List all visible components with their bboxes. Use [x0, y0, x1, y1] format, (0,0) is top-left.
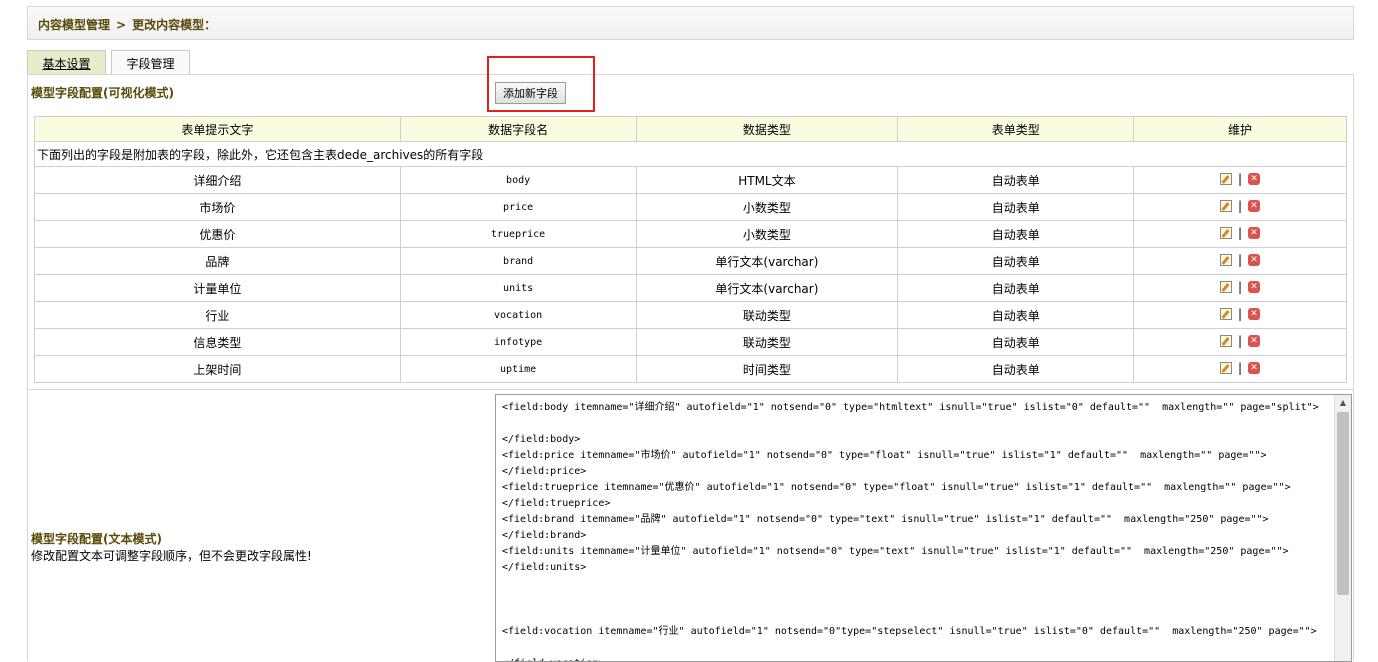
- table-note: 下面列出的字段是附加表的字段，除此外，它还包含主表dede_archives的所…: [34, 141, 1347, 167]
- config-textarea[interactable]: <field:body itemname="详细介绍" autofield="1…: [495, 394, 1352, 662]
- tab-basic-settings[interactable]: 基本设置: [27, 50, 106, 74]
- row-field-name: units: [399, 274, 637, 302]
- table-row: 详细介绍 body HTML文本 自动表单 | ✕: [34, 166, 1347, 194]
- edit-icon[interactable]: [1220, 362, 1233, 374]
- row-form-type: 自动表单: [897, 220, 1135, 248]
- row-field-name: uptime: [399, 355, 637, 383]
- delete-icon[interactable]: ✕: [1248, 227, 1261, 239]
- row-actions: | ✕: [1133, 355, 1347, 383]
- table-row: 上架时间 uptime 时间类型 自动表单 | ✕: [34, 355, 1347, 383]
- header-maintenance: 维护: [1133, 116, 1347, 142]
- header-form-type: 表单类型: [897, 116, 1135, 142]
- delete-icon[interactable]: ✕: [1248, 254, 1261, 266]
- table-row: 市场价 price 小数类型 自动表单 | ✕: [34, 193, 1347, 221]
- highlight-box: [487, 56, 595, 112]
- visual-mode-title: 模型字段配置(可视化模式): [31, 86, 174, 100]
- breadcrumb: 内容模型管理 > 更改内容模型：: [27, 6, 1354, 40]
- action-separator: |: [1238, 307, 1243, 321]
- action-separator: |: [1238, 253, 1243, 267]
- edit-icon[interactable]: [1220, 227, 1233, 239]
- row-data-type: HTML文本: [635, 166, 899, 194]
- edit-icon[interactable]: [1220, 173, 1233, 185]
- delete-icon[interactable]: ✕: [1248, 281, 1261, 293]
- action-separator: |: [1238, 172, 1243, 186]
- row-form-type: 自动表单: [897, 328, 1135, 356]
- table-row: 行业 vocation 联动类型 自动表单 | ✕: [34, 301, 1347, 329]
- scroll-thumb[interactable]: [1337, 412, 1349, 595]
- action-separator: |: [1238, 361, 1243, 375]
- row-field-name: price: [399, 193, 637, 221]
- text-mode-description: 修改配置文本可调整字段顺序，但不会更改字段属性!: [31, 549, 312, 563]
- row-field-name: trueprice: [399, 220, 637, 248]
- table-note-row: 下面列出的字段是附加表的字段，除此外，它还包含主表dede_archives的所…: [34, 141, 1347, 167]
- header-field-name: 数据字段名: [399, 116, 637, 142]
- row-data-type: 小数类型: [635, 220, 899, 248]
- row-actions: | ✕: [1133, 193, 1347, 221]
- row-actions: | ✕: [1133, 328, 1347, 356]
- row-label: 品牌: [34, 247, 401, 275]
- row-label: 行业: [34, 301, 401, 329]
- row-form-type: 自动表单: [897, 247, 1135, 275]
- table-header-row: 表单提示文字 数据字段名 数据类型 表单类型 维护: [34, 116, 1347, 142]
- table-row: 计量单位 units 单行文本(varchar) 自动表单 | ✕: [34, 274, 1347, 302]
- row-form-type: 自动表单: [897, 166, 1135, 194]
- row-form-type: 自动表单: [897, 301, 1135, 329]
- row-form-type: 自动表单: [897, 355, 1135, 383]
- edit-icon[interactable]: [1220, 254, 1233, 266]
- row-actions: | ✕: [1133, 274, 1347, 302]
- row-label: 详细介绍: [34, 166, 401, 194]
- fields-table: 表单提示文字 数据字段名 数据类型 表单类型 维护 下面列出的字段是附加表的字段…: [34, 116, 1347, 383]
- text-mode-title: 模型字段配置(文本模式): [31, 532, 162, 546]
- row-label: 上架时间: [34, 355, 401, 383]
- action-separator: |: [1238, 199, 1243, 213]
- scroll-up-arrow-icon[interactable]: ▲: [1335, 395, 1351, 411]
- row-label: 信息类型: [34, 328, 401, 356]
- table-row: 优惠价 trueprice 小数类型 自动表单 | ✕: [34, 220, 1347, 248]
- row-field-name: infotype: [399, 328, 637, 356]
- row-label: 优惠价: [34, 220, 401, 248]
- row-form-type: 自动表单: [897, 193, 1135, 221]
- row-actions: | ✕: [1133, 166, 1347, 194]
- action-separator: |: [1238, 280, 1243, 294]
- row-data-type: 单行文本(varchar): [635, 247, 899, 275]
- row-actions: | ✕: [1133, 301, 1347, 329]
- delete-icon[interactable]: ✕: [1248, 173, 1261, 185]
- row-form-type: 自动表单: [897, 274, 1135, 302]
- breadcrumb-root[interactable]: 内容模型管理: [38, 18, 110, 32]
- delete-icon[interactable]: ✕: [1248, 200, 1261, 212]
- row-data-type: 单行文本(varchar): [635, 274, 899, 302]
- table-row: 品牌 brand 单行文本(varchar) 自动表单 | ✕: [34, 247, 1347, 275]
- breadcrumb-current: 更改内容模型：: [132, 18, 217, 32]
- delete-icon[interactable]: ✕: [1248, 362, 1261, 374]
- row-actions: | ✕: [1133, 220, 1347, 248]
- config-text[interactable]: <field:body itemname="详细介绍" autofield="1…: [502, 400, 1332, 661]
- row-data-type: 联动类型: [635, 328, 899, 356]
- table-row: 信息类型 infotype 联动类型 自动表单 | ✕: [34, 328, 1347, 356]
- row-data-type: 时间类型: [635, 355, 899, 383]
- row-label: 市场价: [34, 193, 401, 221]
- header-label: 表单提示文字: [34, 116, 401, 142]
- row-field-name: vocation: [399, 301, 637, 329]
- row-data-type: 小数类型: [635, 193, 899, 221]
- text-mode-panel: 模型字段配置(文本模式) 修改配置文本可调整字段顺序，但不会更改字段属性! <f…: [27, 389, 1354, 662]
- row-field-name: brand: [399, 247, 637, 275]
- action-separator: |: [1238, 334, 1243, 348]
- textarea-scrollbar[interactable]: ▲: [1334, 395, 1351, 661]
- row-field-name: body: [399, 166, 637, 194]
- delete-icon[interactable]: ✕: [1248, 308, 1261, 320]
- edit-icon[interactable]: [1220, 335, 1233, 347]
- action-separator: |: [1238, 226, 1243, 240]
- row-label: 计量单位: [34, 274, 401, 302]
- delete-icon[interactable]: ✕: [1248, 335, 1261, 347]
- edit-icon[interactable]: [1220, 308, 1233, 320]
- row-actions: | ✕: [1133, 247, 1347, 275]
- edit-icon[interactable]: [1220, 200, 1233, 212]
- breadcrumb-separator: >: [116, 18, 127, 32]
- tab-field-management[interactable]: 字段管理: [111, 50, 190, 74]
- header-data-type: 数据类型: [635, 116, 899, 142]
- edit-icon[interactable]: [1220, 281, 1233, 293]
- row-data-type: 联动类型: [635, 301, 899, 329]
